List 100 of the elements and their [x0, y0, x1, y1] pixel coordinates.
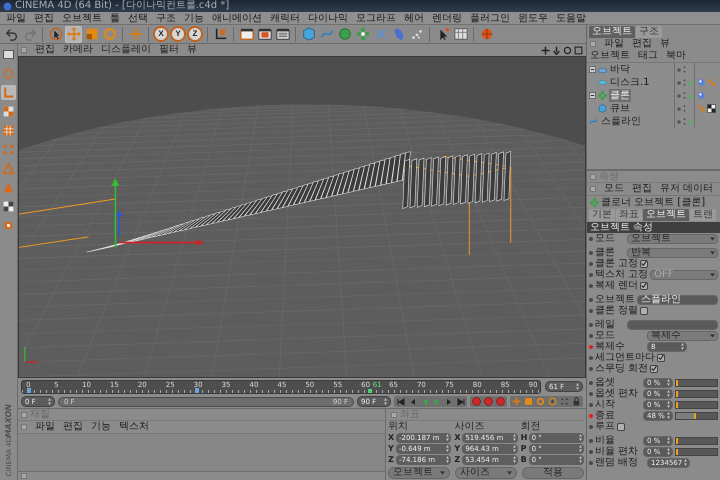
checker-icon — [2, 200, 15, 213]
menu-item[interactable]: 편집 — [34, 12, 54, 24]
menu-item[interactable]: 플러그인 — [470, 12, 510, 24]
panel-icon — [590, 186, 596, 192]
checkbox[interactable] — [650, 364, 658, 372]
checkbox[interactable] — [617, 422, 625, 430]
menu-item[interactable]: 태그 — [638, 50, 658, 62]
record-button[interactable] — [495, 396, 506, 407]
l-shape-icon — [2, 86, 15, 99]
object-name[interactable]: 스플라인 — [600, 115, 642, 128]
tab[interactable]: 구조 — [636, 26, 662, 38]
tab[interactable]: 좌표 — [616, 209, 642, 221]
menu-item[interactable]: 오브젝트 — [590, 50, 630, 62]
menu-item[interactable]: 텍스처 — [119, 421, 149, 433]
visibility-dot-icon — [677, 94, 681, 98]
dropdown[interactable]: 오브젝트 — [627, 234, 718, 244]
menu-item[interactable]: 애니메이션 — [212, 12, 262, 24]
menu-item[interactable]: 뷰 — [187, 44, 197, 56]
menu-item[interactable]: 뷰 — [660, 38, 670, 50]
field-label: 클론 — [595, 247, 616, 258]
menu-item[interactable]: 파일 — [6, 12, 26, 24]
slider-track[interactable] — [675, 436, 718, 444]
tab[interactable]: 오브젝트 — [589, 26, 635, 38]
menu-item[interactable]: 파일 — [604, 38, 624, 50]
menu-item[interactable]: 윈도우 — [518, 12, 548, 24]
flower-icon — [590, 198, 599, 206]
transport-button[interactable] — [395, 396, 406, 407]
axis-lock-button[interactable]: X — [153, 26, 169, 42]
menu-item[interactable]: 캐릭터 — [270, 12, 300, 24]
spinner-icon — [578, 456, 582, 463]
menu-item[interactable]: 기능 — [91, 421, 111, 433]
dropdown[interactable]: 오브젝트 — [388, 467, 450, 479]
mode-button[interactable] — [1, 47, 16, 62]
menu-item[interactable]: 북마 — [666, 50, 686, 62]
menu-item[interactable]: 구조 — [156, 12, 176, 24]
menu-item[interactable]: 오브젝트 — [62, 12, 102, 24]
menu-item[interactable]: 파일 — [35, 421, 55, 433]
dropdown[interactable]: 복제수 — [647, 330, 718, 340]
flower-icon — [598, 91, 607, 100]
menu-item[interactable]: 모그라프 — [356, 12, 396, 24]
slider-track[interactable] — [675, 400, 718, 408]
object-name[interactable]: 큐브 — [609, 102, 631, 115]
key-tool-button[interactable] — [547, 396, 558, 407]
menu-item[interactable]: 편집 — [632, 38, 652, 50]
tab[interactable]: 오브젝트 — [643, 209, 689, 221]
dropdown[interactable]: 반복 — [627, 248, 718, 258]
menu-item[interactable]: 유저 데이터 — [660, 183, 714, 195]
object-name[interactable]: 바닥 — [609, 63, 631, 76]
checkbox[interactable] — [657, 354, 665, 362]
tab[interactable]: 기본 — [589, 209, 615, 221]
slider-track[interactable] — [675, 378, 718, 386]
link-field[interactable] — [627, 320, 718, 330]
transport-button[interactable] — [455, 396, 466, 407]
down-arrow-icon — [552, 46, 561, 54]
key-tool-button[interactable] — [571, 396, 582, 407]
record-button[interactable] — [483, 396, 494, 407]
menu-item[interactable]: 모드 — [604, 183, 624, 195]
menu-item[interactable]: 필터 — [159, 44, 179, 56]
menu-item[interactable]: 선택 — [128, 12, 148, 24]
slider-track[interactable] — [675, 412, 718, 420]
menu-item[interactable]: 카메라 — [63, 44, 93, 56]
link-field[interactable]: 스플라인 — [637, 294, 718, 304]
checkbox[interactable] — [640, 260, 648, 268]
tab[interactable]: 트랜 — [690, 209, 716, 221]
mode-button[interactable] — [1, 199, 16, 214]
menu-item[interactable]: 편집 — [63, 421, 83, 433]
menu-item[interactable]: 기능 — [184, 12, 204, 24]
spinner-icon — [576, 383, 579, 390]
record-button[interactable] — [471, 396, 482, 407]
field-label: 세그먼트마다 — [595, 352, 655, 363]
object-name[interactable]: 클론 — [609, 89, 631, 102]
spinner-icon — [512, 456, 516, 463]
tool-button[interactable] — [47, 26, 64, 42]
menu-item[interactable]: 디스플레이 — [101, 44, 151, 56]
menu-item[interactable]: 편집 — [632, 183, 652, 195]
slider-track[interactable] — [675, 448, 718, 456]
apply-button[interactable]: 적용 — [522, 467, 584, 479]
world-axis-icon — [24, 346, 38, 362]
tool-button[interactable] — [452, 26, 469, 42]
key-tool-button[interactable] — [559, 396, 570, 407]
checkbox[interactable] — [640, 306, 648, 314]
axis-label: Z — [454, 455, 462, 464]
axis-lock-button[interactable]: Z — [187, 26, 203, 42]
field-label: 모드 — [595, 330, 616, 341]
checker-icon — [2, 105, 15, 118]
phong-tag-icon — [697, 104, 706, 113]
menu-item[interactable]: 편집 — [35, 44, 55, 56]
slider-track[interactable] — [675, 390, 718, 398]
checkbox[interactable] — [640, 282, 648, 290]
menu-item[interactable]: 툴 — [110, 12, 120, 24]
axis-lock-button[interactable]: Y — [170, 26, 186, 42]
dropdown[interactable]: 사이즈 — [455, 467, 517, 479]
menu-item[interactable]: 렌더링 — [432, 12, 462, 24]
floor-icon — [598, 65, 607, 74]
menu-item[interactable]: 다이나믹 — [308, 12, 348, 24]
field-label: 복제수 — [595, 341, 626, 352]
menu-item[interactable]: 헤어 — [404, 12, 424, 24]
menu-item[interactable]: 도움말 — [556, 12, 586, 24]
object-name[interactable]: 디스크.1 — [609, 76, 651, 89]
playhead[interactable] — [368, 388, 372, 392]
